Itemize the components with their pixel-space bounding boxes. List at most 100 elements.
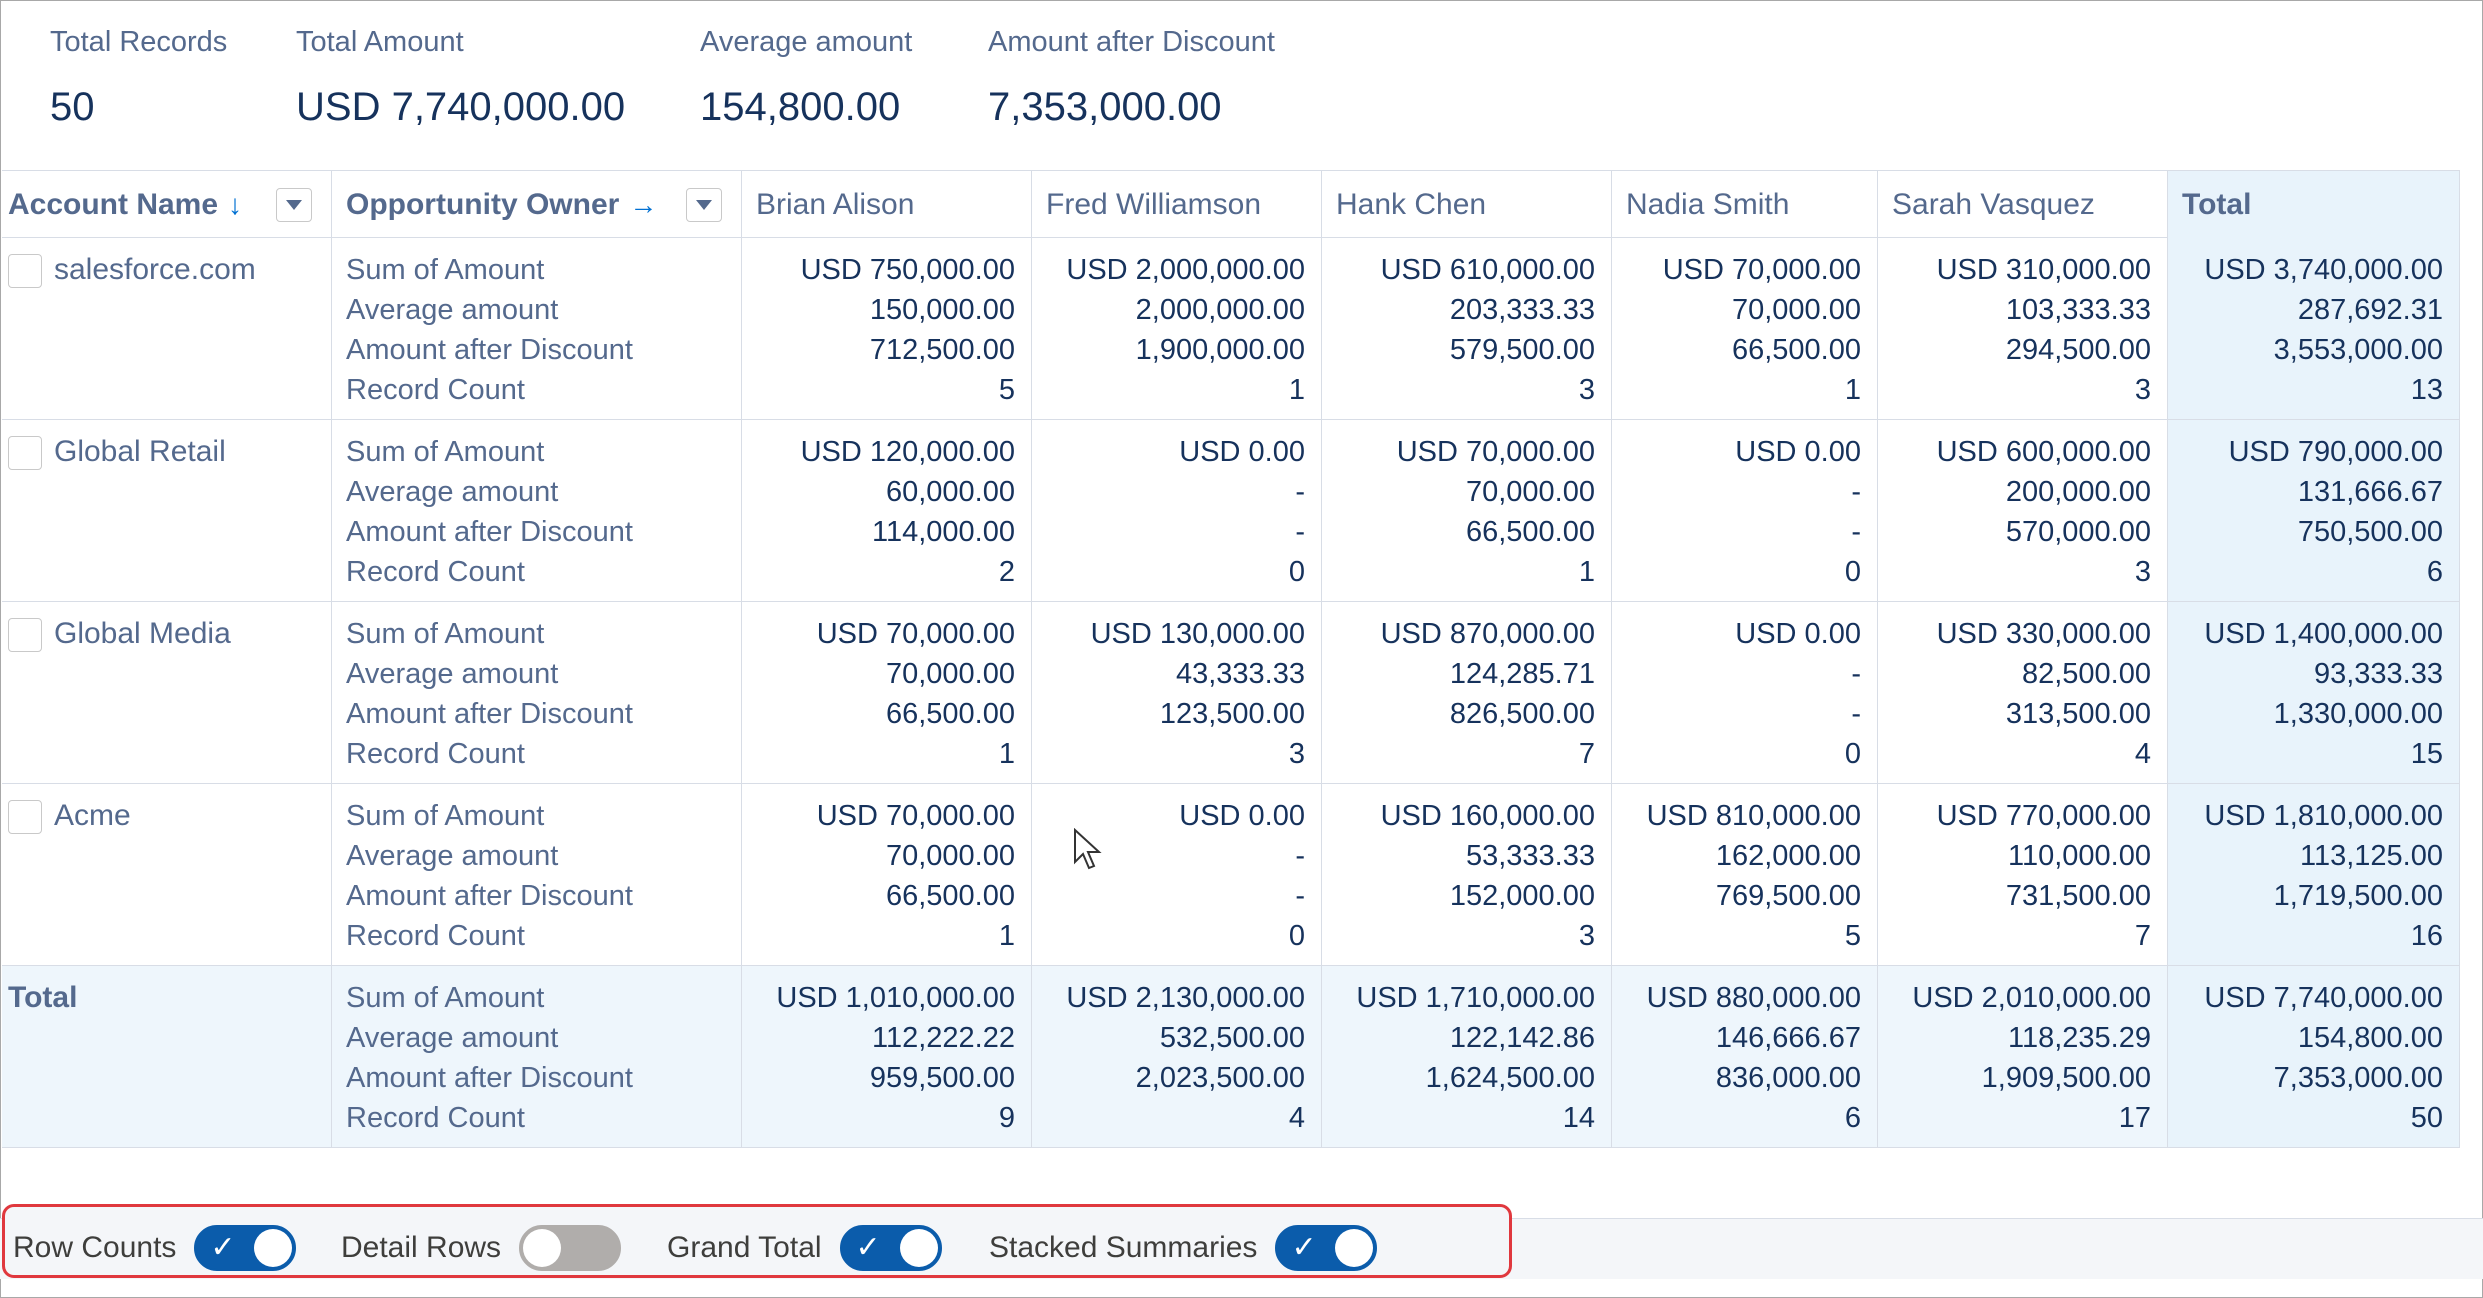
cell-value: 6 (1844, 1102, 1861, 1134)
cell-value: 50 (2410, 1102, 2443, 1134)
row-select-checkbox[interactable] (8, 436, 42, 470)
value-cell: USD 770,000.00 110,000.00 731,500.00 7 (1878, 784, 2168, 965)
cell-value: USD 770,000.00 (1936, 800, 2151, 832)
cell-value: USD 2,000,000.00 (1066, 254, 1305, 286)
cell-value: 17 (2118, 1102, 2151, 1134)
toggle-label: Detail Rows (341, 1231, 502, 1264)
cell-value: 200,000.00 (2005, 476, 2151, 508)
value-cell: USD 70,000.00 70,000.00 66,500.00 1 (1612, 238, 1878, 419)
header-owner[interactable]: Fred Williamson (1032, 171, 1322, 239)
row-select-checkbox[interactable] (8, 254, 42, 288)
value-cell: USD 0.00- -0 (1032, 784, 1322, 965)
total-value-cell: USD 1,400,000.00 93,333.33 1,330,000.00 15 (2168, 602, 2460, 783)
cell-value: USD 1,710,000.00 (1356, 982, 1595, 1014)
toggle-detail-rows[interactable]: Detail Rows (341, 1225, 622, 1271)
row-select-checkbox[interactable] (8, 618, 42, 652)
cell-value: 3,553,000.00 (2273, 334, 2443, 366)
header-opportunity-owner[interactable]: Opportunity Owner → (332, 171, 742, 239)
measure-label: Average amount (346, 840, 559, 872)
account-name[interactable]: Acme (2, 784, 331, 836)
value-cell: USD 330,000.00 82,500.00 313,500.00 4 (1878, 602, 2168, 783)
cell-value: 103,333.33 (2005, 294, 2151, 326)
cell-value: USD 120,000.00 (800, 436, 1015, 468)
table-row: salesforce.com Sum of Amount Average amoun… (2, 238, 2460, 420)
cell-value: 113,125.00 (2300, 840, 2443, 872)
toggle-label: Row Counts (13, 1231, 177, 1264)
cell-value: 112,222.22 (872, 1022, 1015, 1054)
cell-value: 1,330,000.00 (2273, 698, 2443, 730)
header-account-name[interactable]: Account Name ↓ (2, 171, 332, 239)
arrow-right-icon[interactable]: → (629, 171, 657, 239)
total-label-cell: Total (2, 966, 332, 1147)
row-select-checkbox[interactable] (8, 800, 42, 834)
measure-labels-cell: Sum of Amount Average amount Amount after … (332, 784, 742, 965)
cell-value: 5 (998, 374, 1015, 406)
cell-value: 287,692.31 (2297, 294, 2443, 326)
measure-label: Average amount (346, 658, 559, 690)
header-owner[interactable]: Hank Chen (1322, 171, 1612, 239)
account-name[interactable]: salesforce.com (2, 238, 331, 290)
cell-value: 7 (2134, 920, 2151, 952)
header-owner[interactable]: Nadia Smith (1612, 171, 1878, 239)
cell-value: USD 70,000.00 (816, 800, 1015, 832)
header-owner[interactable]: Brian Alison (742, 171, 1032, 239)
cell-value: 579,500.00 (1449, 334, 1595, 366)
toggle-grand-total[interactable]: Grand Total ✓ (667, 1225, 942, 1271)
value-cell: USD 2,130,000.00 532,500.00 2,023,500.00 4 (1032, 966, 1322, 1147)
detail-rows-switch[interactable] (519, 1225, 622, 1271)
value-cell: USD 1,710,000.00 122,142.86 1,624,500.00 14 (1322, 966, 1612, 1147)
header-owner[interactable]: Sarah Vasquez (1878, 171, 2168, 239)
cell-value: USD 70,000.00 (1396, 436, 1595, 468)
account-label: Acme (54, 799, 131, 832)
cell-value: 146,666.67 (1715, 1022, 1861, 1054)
account-column-menu-button[interactable] (276, 188, 312, 222)
cell-value: 313,500.00 (2005, 698, 2151, 730)
account-name[interactable]: Global Retail (2, 420, 331, 472)
summary-amount-after-discount: Amount after Discount 7,353,000.00 (988, 26, 1275, 130)
cell-value: 750,500.00 (2297, 516, 2443, 548)
stacked-summaries-switch[interactable]: ✓ (1275, 1225, 1378, 1271)
check-icon: ✓ (1291, 1231, 1317, 1264)
account-name[interactable]: Global Media (2, 602, 331, 654)
cell-value: 1 (1288, 374, 1305, 406)
cell-value: - (1851, 658, 1861, 690)
value-cell: USD 2,010,000.00 118,235.29 1,909,500.00 17 (1878, 966, 2168, 1147)
cell-value: 150,000.00 (869, 294, 1015, 326)
switch-knob (1335, 1229, 1374, 1267)
check-icon: ✓ (855, 1231, 881, 1264)
table-row: Acme Sum of Amount Average amount Amount af… (2, 784, 2460, 966)
grand-total-switch[interactable]: ✓ (839, 1225, 942, 1271)
value-cell: USD 310,000.00 103,333.33 294,500.00 3 (1878, 238, 2168, 419)
cell-value: 66,500.00 (885, 880, 1015, 912)
cell-value: 203,333.33 (1449, 294, 1595, 326)
cell-value: 3 (1578, 920, 1595, 952)
toggle-stacked-summaries[interactable]: Stacked Summaries ✓ (989, 1225, 1378, 1271)
cell-value: USD 0.00 (1735, 436, 1861, 468)
cell-value: 3 (1578, 374, 1595, 406)
cell-value: 0 (1844, 556, 1861, 588)
cell-value: USD 1,810,000.00 (2204, 800, 2443, 832)
cell-value: 4 (2134, 738, 2151, 770)
cell-value: 731,500.00 (2005, 880, 2151, 912)
cell-value: USD 0.00 (1179, 436, 1305, 468)
cell-value: USD 310,000.00 (1936, 254, 2151, 286)
cell-value: USD 1,010,000.00 (776, 982, 1015, 1014)
header-label: Opportunity Owner (346, 188, 620, 221)
value-cell: USD 810,000.00 162,000.00 769,500.00 5 (1612, 784, 1878, 965)
toggle-row-counts[interactable]: Row Counts ✓ (13, 1225, 297, 1271)
sort-descending-icon[interactable]: ↓ (228, 171, 242, 239)
switch-knob (254, 1229, 293, 1267)
cell-value: USD 7,740,000.00 (2204, 982, 2443, 1014)
measure-label: Average amount (346, 476, 559, 508)
value-cell: USD 610,000.00 203,333.33 579,500.00 3 (1322, 238, 1612, 419)
value-cell: USD 0.00- -0 (1032, 420, 1322, 601)
owner-column-menu-button[interactable] (686, 188, 722, 222)
measure-label: Record Count (346, 556, 525, 588)
cell-value: 14 (1562, 1102, 1595, 1134)
cell-value: 5 (1844, 920, 1861, 952)
measure-labels-cell: Sum of Amount Average amount Amount after … (332, 420, 742, 601)
total-row: Total Sum of Amount Average amount Amount a… (2, 966, 2460, 1148)
header-total[interactable]: Total (2168, 171, 2460, 239)
cell-value: 154,800.00 (2297, 1022, 2443, 1054)
row-counts-switch[interactable]: ✓ (194, 1225, 297, 1271)
